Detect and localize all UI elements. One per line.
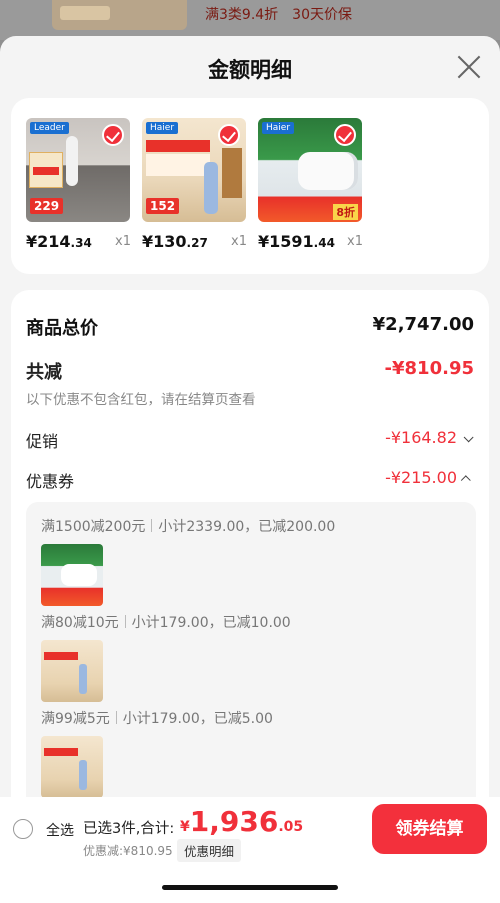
price-decimal: .05: [278, 819, 304, 835]
product-banner: [146, 140, 210, 152]
home-indicator: [162, 885, 338, 890]
coupon-rule: 满99减5元: [41, 711, 110, 727]
select-all-label[interactable]: 全选: [46, 820, 74, 840]
coupon-rule: 满80减10元: [41, 615, 119, 631]
product-quantity: x1: [231, 234, 247, 249]
product-item-faucet[interactable]: Leader 229 ¥214.34 x1: [26, 118, 134, 251]
selected-products-card: Leader 229 ¥214.34 x1 Haier 152 ¥130.27 …: [11, 98, 489, 274]
total-value: ¥2,747.00: [372, 314, 474, 335]
product-image[interactable]: Leader 229: [26, 118, 130, 222]
product-price: ¥130.27: [142, 232, 208, 251]
background-product-thumbnail: [52, 0, 187, 30]
chevron-down-icon[interactable]: [463, 432, 474, 443]
product-banner-text: [146, 154, 210, 176]
coupon-label: 优惠券: [26, 472, 75, 491]
promo-discount-label: 满3类9.4折: [205, 7, 279, 23]
coupon-rule: 满1500减200元: [41, 519, 146, 535]
shelf-shape: [222, 148, 242, 198]
checkmark-icon[interactable]: [334, 124, 356, 146]
product-quantity: x1: [347, 234, 363, 249]
product-quantity: x1: [115, 234, 131, 249]
selected-count-label: 已选3件,合计:: [83, 821, 175, 837]
divider: [124, 615, 126, 628]
steamer-shape: [204, 162, 218, 214]
product-price-integer: ¥130: [142, 232, 187, 251]
divider: [115, 711, 117, 724]
select-all-radio[interactable]: [13, 819, 33, 839]
coupon-rule-line: 满1500减200元 小计2339.00，已减200.00: [41, 516, 335, 536]
product-price-tag: 229: [30, 198, 64, 214]
product-promo-badge: [29, 152, 63, 188]
checkout-bar: 全选 已选3件,合计: ¥1,936.05 优惠减:¥810.95 优惠明细 领…: [0, 797, 500, 903]
coupon-value: -¥215.00: [385, 468, 471, 487]
close-icon[interactable]: [456, 54, 482, 80]
product-sale-badge: 8折: [333, 204, 358, 220]
product-item-water-heater[interactable]: Haier 8折 ¥1591.44 x1: [258, 118, 366, 251]
amount-detail-sheet: 金额明细 Leader 229 ¥214.34 x1 Haier 152 ¥13…: [0, 36, 500, 903]
product-price-integer: ¥1591: [258, 232, 314, 251]
promotion-label: 促销: [26, 432, 59, 451]
divider: [151, 519, 153, 532]
product-price-decimal: .34: [70, 236, 92, 250]
product-price-decimal: .27: [186, 236, 208, 250]
coupon-product-thumbnail: [41, 544, 103, 606]
promotion-amount: -¥164.82: [385, 428, 457, 447]
promo-price-protect-label: 30天价保: [292, 7, 352, 23]
background-promo-text: 满3类9.4折 30天价保: [205, 4, 366, 24]
price-integer: 1,936: [189, 805, 279, 838]
discount-total-value: -¥810.95: [384, 358, 474, 379]
saved-amount: 优惠减:¥810.95: [83, 844, 173, 858]
coupon-amount: -¥215.00: [385, 468, 457, 487]
product-price-tag: 152: [146, 198, 180, 214]
coupon-rule-line: 满99减5元 小计179.00，已减5.00: [41, 708, 273, 728]
product-price-decimal: .44: [313, 236, 335, 250]
currency-symbol: ¥: [180, 819, 190, 835]
faucet-shape: [66, 136, 78, 186]
promotion-value: -¥164.82: [385, 428, 474, 447]
brand-logo: Haier: [262, 122, 295, 134]
coupon-product-thumbnail: [41, 736, 103, 798]
sheet-header: 金额明细: [0, 36, 500, 98]
product-price: ¥214.34: [26, 232, 92, 251]
coupon-detail: 小计179.00，已减10.00: [131, 615, 291, 631]
total-payable-price: ¥1,936.05: [180, 805, 303, 838]
coupon-detail: 小计2339.00，已减200.00: [158, 519, 336, 535]
discount-detail-button[interactable]: 优惠明细: [177, 839, 242, 862]
coupon-detail: 小计179.00，已减5.00: [122, 711, 273, 727]
discount-note-text: 以下优惠不包含红包，请在结算页查看: [26, 392, 256, 408]
brand-logo: Leader: [30, 122, 69, 134]
product-image[interactable]: Haier 152: [142, 118, 246, 222]
product-price: ¥1591.44: [258, 232, 335, 251]
water-heater-shape: [298, 152, 358, 190]
discount-total-label: 共减: [26, 362, 62, 383]
sheet-title: 金额明细: [208, 58, 292, 82]
brand-logo: Haier: [146, 122, 179, 134]
product-price-integer: ¥214: [26, 232, 71, 251]
checkmark-icon[interactable]: [218, 124, 240, 146]
checkmark-icon[interactable]: [102, 124, 124, 146]
product-item-steamer[interactable]: Haier 152 ¥130.27 x1: [142, 118, 250, 251]
total-label: 商品总价: [26, 318, 98, 339]
chevron-up-icon[interactable]: [460, 475, 471, 486]
coupon-rule-line: 满80减10元 小计179.00，已减10.00: [41, 612, 291, 632]
coupon-product-thumbnail: [41, 640, 103, 702]
product-image[interactable]: Haier 8折: [258, 118, 362, 222]
background-page: 满3类9.4折 30天价保: [0, 0, 500, 40]
checkout-button[interactable]: 领券结算: [372, 804, 487, 854]
